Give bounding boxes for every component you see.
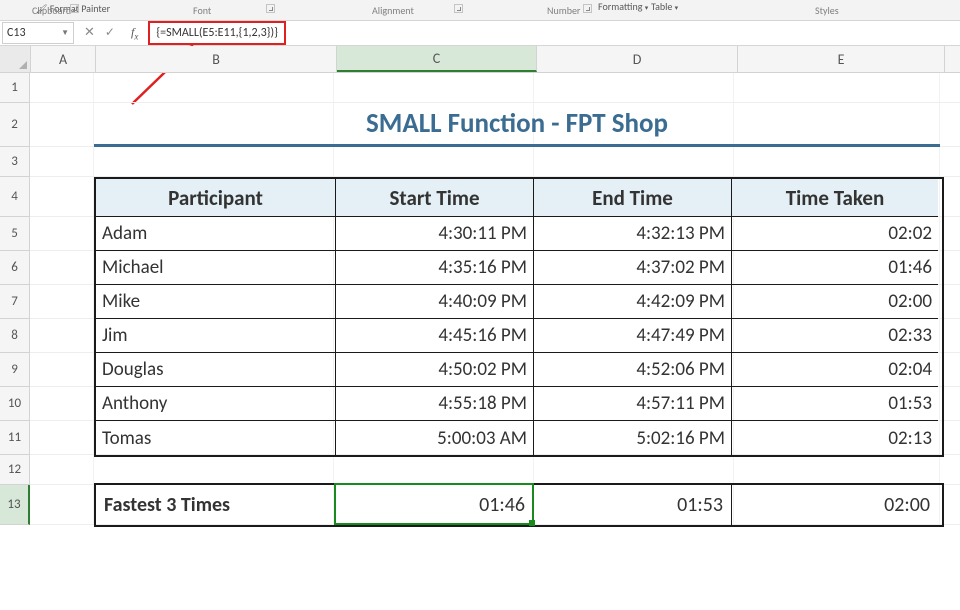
th-start: Start Time bbox=[336, 179, 534, 217]
th-participant: Participant bbox=[96, 179, 336, 217]
formula-bar: C13 ▼ ✕ ✓ fx {=SMALL(E5:E11,{1,2,3})} bbox=[0, 21, 960, 46]
sheet-title: SMALL Function - FPT Shop bbox=[94, 103, 940, 147]
dialog-launcher-icon[interactable] bbox=[266, 4, 275, 13]
row-header[interactable]: 1 bbox=[0, 73, 30, 103]
data-table: Participant Start Time End Time Time Tak… bbox=[94, 177, 944, 457]
fastest-label[interactable]: Fastest 3 Times bbox=[96, 485, 336, 525]
column-header-row: A B C D E bbox=[0, 46, 960, 73]
row-header[interactable]: 7 bbox=[0, 285, 30, 319]
name-box[interactable]: C13 ▼ bbox=[2, 22, 74, 44]
spreadsheet: A B C D E 1 2 3 4 5 6 7 8 9 10 11 12 13 bbox=[0, 46, 960, 525]
select-all-corner[interactable] bbox=[0, 46, 31, 72]
fastest-row: Fastest 3 Times 01:46 01:53 02:00 bbox=[94, 483, 944, 527]
dialog-launcher-icon[interactable] bbox=[583, 4, 592, 13]
table-row: Adam4:30:11 PM4:32:13 PM02:02 bbox=[96, 217, 942, 251]
group-clipboard: Clipboard bbox=[32, 4, 71, 17]
fastest-value[interactable]: 01:46 bbox=[336, 485, 534, 525]
name-box-value: C13 bbox=[7, 26, 26, 40]
table-row: Anthony4:55:18 PM4:57:11 PM01:53 bbox=[96, 387, 942, 421]
format-as-table-button[interactable]: Table ▾ bbox=[651, 0, 678, 13]
chevron-down-icon[interactable]: ▼ bbox=[61, 28, 69, 38]
enter-icon[interactable]: ✓ bbox=[105, 25, 115, 40]
row-header[interactable]: 10 bbox=[0, 387, 30, 421]
row-header[interactable]: 11 bbox=[0, 421, 30, 455]
table-row: Jim4:45:16 PM4:47:49 PM02:33 bbox=[96, 319, 942, 353]
col-header[interactable]: B bbox=[96, 46, 337, 72]
row-header[interactable]: 13 bbox=[0, 485, 30, 525]
row-header[interactable]: 9 bbox=[0, 353, 30, 387]
formula-input[interactable]: {=SMALL(E5:E11,{1,2,3})} bbox=[148, 21, 286, 45]
row-header[interactable]: 4 bbox=[0, 177, 30, 217]
group-alignment: Alignment bbox=[372, 4, 414, 17]
row-header[interactable]: 5 bbox=[0, 217, 30, 251]
th-end: End Time bbox=[534, 179, 732, 217]
cancel-icon[interactable]: ✕ bbox=[84, 25, 95, 40]
conditional-formatting-button[interactable]: Formatting ▾ bbox=[598, 0, 648, 13]
table-row: Douglas4:50:02 PM4:52:06 PM02:04 bbox=[96, 353, 942, 387]
cells-area[interactable]: SMALL Function - FPT Shop Participant St… bbox=[30, 73, 960, 525]
row-header[interactable]: 2 bbox=[0, 103, 30, 147]
col-header[interactable]: A bbox=[31, 46, 96, 72]
dialog-launcher-icon[interactable] bbox=[70, 4, 79, 13]
table-row: Michael4:35:16 PM4:37:02 PM01:46 bbox=[96, 251, 942, 285]
fastest-value[interactable]: 01:53 bbox=[534, 485, 732, 525]
row-header[interactable]: 12 bbox=[0, 455, 30, 485]
table-row: Tomas5:00:03 AM5:02:16 PM02:13 bbox=[96, 421, 942, 455]
ribbon-fragment: 🖌 Format Painter Clipboard Font Alignmen… bbox=[0, 0, 960, 21]
col-header[interactable]: C bbox=[337, 46, 537, 72]
table-row: Mike4:40:09 PM4:42:09 PM02:00 bbox=[96, 285, 942, 319]
row-header[interactable]: 3 bbox=[0, 147, 30, 177]
formula-text: {=SMALL(E5:E11,{1,2,3})} bbox=[156, 26, 278, 40]
row-header[interactable]: 6 bbox=[0, 251, 30, 285]
row-header[interactable]: 8 bbox=[0, 319, 30, 353]
col-header[interactable]: E bbox=[738, 46, 945, 72]
th-taken: Time Taken bbox=[732, 179, 938, 217]
dialog-launcher-icon[interactable] bbox=[454, 4, 463, 13]
fastest-value[interactable]: 02:00 bbox=[732, 485, 938, 525]
fx-icon[interactable]: fx bbox=[131, 25, 138, 41]
group-font: Font bbox=[193, 4, 211, 17]
col-header[interactable]: D bbox=[537, 46, 738, 72]
group-styles: Styles bbox=[815, 4, 839, 17]
group-number: Number bbox=[547, 4, 580, 17]
row-header-column: 1 2 3 4 5 6 7 8 9 10 11 12 13 bbox=[0, 73, 30, 525]
